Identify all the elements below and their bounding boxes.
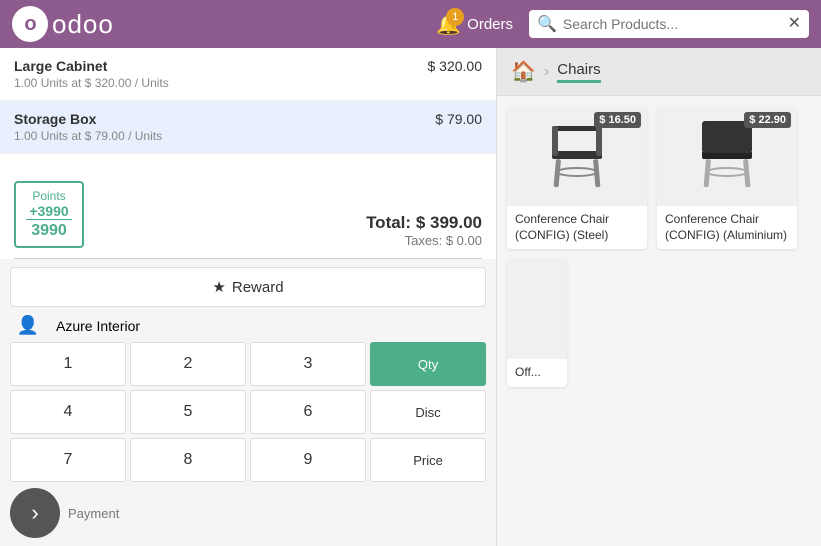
numpad-1[interactable]: 1 bbox=[10, 342, 126, 386]
points-total: 3990 bbox=[26, 219, 72, 240]
product-name: Conference Chair (CONFIG) (Aluminium) bbox=[657, 206, 797, 249]
payment-area: › Payment bbox=[10, 488, 486, 538]
search-icon: 🔍 bbox=[537, 14, 557, 34]
order-item-storage-box[interactable]: Storage Box 1.00 Units at $ 79.00 / Unit… bbox=[0, 101, 496, 154]
breadcrumb-separator: › bbox=[544, 63, 549, 81]
numpad-grid: 1 2 3 Qty 4 5 6 Disc 7 8 9 Price bbox=[10, 342, 486, 482]
logo-circle: o bbox=[12, 6, 48, 42]
summary-area: Points +3990 3990 Total: $ 399.00 Taxes:… bbox=[0, 171, 496, 258]
tax-label: Taxes: bbox=[405, 233, 443, 248]
numpad-9[interactable]: 9 bbox=[250, 438, 366, 482]
logo-text: odoo bbox=[52, 9, 114, 40]
product-image-partial bbox=[507, 259, 567, 359]
breadcrumb-current[interactable]: Chairs bbox=[557, 61, 600, 83]
product-price-badge: $ 22.90 bbox=[744, 112, 791, 128]
numpad-3[interactable]: 3 bbox=[250, 342, 366, 386]
tax-value: $ 0.00 bbox=[446, 233, 482, 248]
order-item-large-cabinet[interactable]: Large Cabinet 1.00 Units at $ 320.00 / U… bbox=[0, 48, 496, 101]
left-panel: Large Cabinet 1.00 Units at $ 320.00 / U… bbox=[0, 48, 497, 546]
numpad-disc[interactable]: Disc bbox=[370, 390, 486, 434]
item-name: Large Cabinet bbox=[14, 58, 169, 74]
product-card-aluminium-chair[interactable]: $ 22.90 Conference Chair (CONFIG) (Alumi… bbox=[657, 106, 797, 249]
product-price-badge: $ 16.50 bbox=[594, 112, 641, 128]
total-line: Total: $ 399.00 bbox=[366, 213, 482, 233]
customer-row: 👤 Azure Interior bbox=[10, 315, 486, 336]
right-panel: 🏠 › Chairs $ 16.50 bbox=[497, 48, 821, 546]
odoo-logo: o odoo bbox=[12, 6, 114, 42]
points-gained: +3990 bbox=[26, 203, 72, 219]
reward-label: Reward bbox=[232, 279, 284, 296]
total-value: $ 399.00 bbox=[416, 213, 482, 232]
payment-button[interactable]: › bbox=[10, 488, 60, 538]
orders-badge: 1 bbox=[446, 8, 464, 26]
numpad-4[interactable]: 4 bbox=[10, 390, 126, 434]
reward-star-icon: ★ bbox=[212, 278, 225, 296]
customer-icon: 👤 bbox=[10, 315, 46, 336]
numpad-6[interactable]: 6 bbox=[250, 390, 366, 434]
breadcrumb: 🏠 › Chairs bbox=[497, 48, 821, 96]
product-card-steel-chair[interactable]: $ 16.50 Conference bbox=[507, 106, 647, 249]
chair-image-steel bbox=[542, 116, 612, 196]
bottom-controls: ★ Reward 👤 Azure Interior 1 2 3 Qty 4 5 … bbox=[0, 259, 496, 546]
product-card-office-partial[interactable]: Off... bbox=[507, 259, 567, 387]
numpad-qty[interactable]: Qty bbox=[370, 342, 486, 386]
item-price: $ 320.00 bbox=[428, 58, 483, 74]
orders-button[interactable]: 🔔 1 Orders bbox=[436, 12, 513, 37]
item-price: $ 79.00 bbox=[435, 111, 482, 127]
search-clear-button[interactable]: ✕ bbox=[788, 16, 801, 32]
tax-line: Taxes: $ 0.00 bbox=[366, 233, 482, 248]
chair-image-aluminium bbox=[692, 116, 762, 196]
item-name: Storage Box bbox=[14, 111, 162, 127]
orders-label: Orders bbox=[467, 16, 513, 33]
customer-name: Azure Interior bbox=[56, 318, 486, 334]
order-items-list: Large Cabinet 1.00 Units at $ 320.00 / U… bbox=[0, 48, 496, 171]
payment-arrow-icon: › bbox=[31, 500, 38, 526]
search-bar: 🔍 ✕ bbox=[529, 10, 809, 38]
product-grid: $ 16.50 Conference bbox=[497, 96, 821, 397]
points-label: Points bbox=[26, 189, 72, 203]
product-image: $ 16.50 bbox=[507, 106, 647, 206]
home-icon: 🏠 bbox=[511, 61, 536, 83]
header: o odoo 🔔 1 Orders 🔍 ✕ bbox=[0, 0, 821, 48]
product-name-partial: Off... bbox=[507, 359, 567, 387]
item-detail: 1.00 Units at $ 320.00 / Units bbox=[14, 76, 169, 90]
reward-button[interactable]: ★ Reward bbox=[10, 267, 486, 307]
product-image: $ 22.90 bbox=[657, 106, 797, 206]
total-label: Total: bbox=[366, 213, 411, 232]
numpad-price[interactable]: Price bbox=[370, 438, 486, 482]
numpad-7[interactable]: 7 bbox=[10, 438, 126, 482]
search-input[interactable] bbox=[563, 16, 782, 32]
product-name: Conference Chair (CONFIG) (Steel) bbox=[507, 206, 647, 249]
payment-label: Payment bbox=[68, 506, 119, 521]
numpad-5[interactable]: 5 bbox=[130, 390, 246, 434]
main-layout: Large Cabinet 1.00 Units at $ 320.00 / U… bbox=[0, 48, 821, 546]
totals: Total: $ 399.00 Taxes: $ 0.00 bbox=[366, 213, 482, 248]
numpad-2[interactable]: 2 bbox=[130, 342, 246, 386]
item-detail: 1.00 Units at $ 79.00 / Units bbox=[14, 129, 162, 143]
points-box: Points +3990 3990 bbox=[14, 181, 84, 248]
numpad-8[interactable]: 8 bbox=[130, 438, 246, 482]
breadcrumb-home-button[interactable]: 🏠 bbox=[511, 59, 536, 84]
